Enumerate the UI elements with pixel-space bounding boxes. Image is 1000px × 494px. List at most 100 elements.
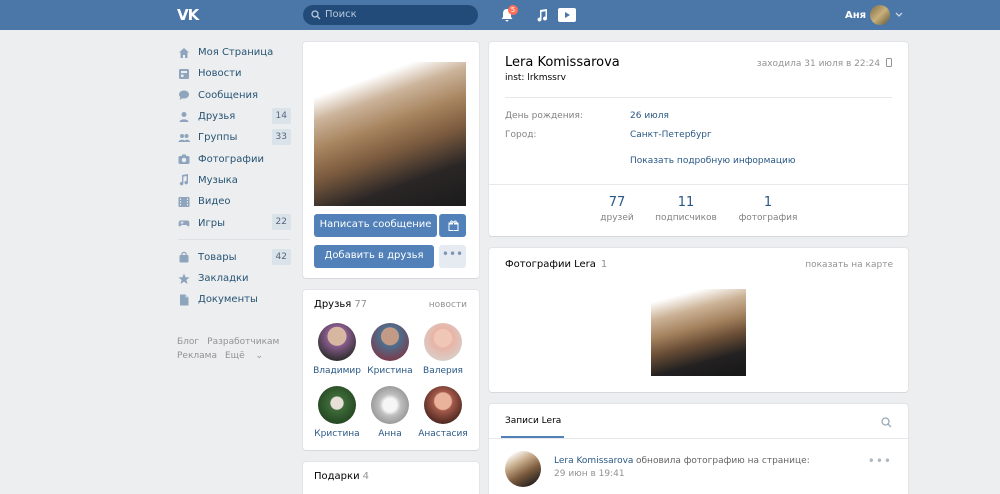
profile-photo[interactable] bbox=[314, 62, 466, 206]
post-menu-button[interactable]: ••• bbox=[868, 454, 892, 468]
counter-label: подписчиков bbox=[655, 213, 717, 223]
friend-avatar bbox=[371, 323, 409, 361]
sidebar-item-label: Новости bbox=[198, 68, 242, 80]
post-author[interactable]: Lera Komissarova bbox=[554, 456, 633, 466]
gifts-header[interactable]: Подарки 4 bbox=[314, 471, 369, 482]
sidebar-item-music[interactable]: Музыка bbox=[175, 170, 293, 191]
search-input[interactable]: Поиск bbox=[303, 5, 478, 25]
send-message-button[interactable]: Написать сообщение bbox=[314, 214, 437, 237]
sidebar-item-label: Документы bbox=[198, 294, 258, 306]
post-author-avatar[interactable] bbox=[505, 451, 541, 487]
divider bbox=[505, 97, 892, 98]
profile-info-card: Lera Komissarova inst: lrkmssrv заходила… bbox=[489, 42, 908, 236]
friend-item[interactable]: Анастасия bbox=[416, 386, 470, 439]
music-icon bbox=[179, 174, 189, 186]
photos-header[interactable]: Фотографии Lera 1 bbox=[505, 259, 607, 270]
chevron-down-icon[interactable] bbox=[895, 12, 903, 18]
vk-logo[interactable]: VK bbox=[177, 6, 203, 24]
footer-link-ads[interactable]: Реклама bbox=[177, 351, 217, 361]
sidebar-item-games[interactable]: Игры 22 bbox=[175, 212, 293, 233]
profile-photo-card: Написать сообщение Добавить в друзья ••• bbox=[303, 42, 479, 278]
music-icon[interactable] bbox=[536, 9, 548, 22]
search-placeholder: Поиск bbox=[325, 9, 357, 20]
sidebar-item-label: Видео bbox=[198, 196, 231, 208]
sidebar-item-news[interactable]: Новости bbox=[175, 63, 293, 84]
gifts-title: Подарки bbox=[314, 471, 360, 482]
sidebar-item-groups[interactable]: Группы 33 bbox=[175, 127, 293, 148]
friend-avatar bbox=[371, 386, 409, 424]
photo-thumbnail[interactable] bbox=[651, 289, 746, 376]
friend-item[interactable]: Кристина bbox=[310, 386, 364, 439]
groups-icon bbox=[178, 133, 190, 142]
video-icon bbox=[178, 196, 190, 207]
sidebar-item-market[interactable]: Товары 42 bbox=[175, 247, 293, 268]
counter-label: фотография bbox=[738, 213, 798, 223]
star-icon bbox=[178, 273, 190, 284]
friends-count: 77 bbox=[354, 299, 368, 310]
footer-link-more[interactable]: Ещё ⌄ bbox=[225, 351, 263, 361]
games-count-badge: 22 bbox=[271, 214, 291, 231]
friend-item[interactable]: Анна bbox=[363, 386, 417, 439]
messages-icon bbox=[179, 90, 189, 101]
avatar[interactable] bbox=[870, 5, 890, 25]
sidebar-item-bookmarks[interactable]: Закладки bbox=[175, 268, 293, 289]
post-action-text: обновила фотографию на странице: bbox=[636, 456, 810, 466]
friend-item[interactable]: Владимир bbox=[310, 323, 364, 376]
counter-photos[interactable]: 1 фотография bbox=[723, 195, 813, 223]
tab-wall-posts[interactable]: Записи Lera bbox=[505, 416, 561, 426]
sidebar-item-messages[interactable]: Сообщения bbox=[175, 85, 293, 106]
friend-avatar bbox=[424, 386, 462, 424]
market-count-badge: 42 bbox=[271, 248, 291, 265]
wall-card: Записи Lera Lera Komissarova обновила фо… bbox=[489, 404, 908, 494]
last-seen-text: заходила 31 июля в 22:24 bbox=[756, 59, 881, 69]
photos-title: Фотографии Lera bbox=[505, 259, 596, 270]
sidebar-item-label: Друзья bbox=[198, 111, 236, 123]
city-value[interactable]: Санкт-Петербург bbox=[630, 130, 712, 140]
birthday-value[interactable]: 26 июля bbox=[630, 111, 669, 121]
user-name[interactable]: Аня bbox=[845, 10, 866, 21]
sidebar-item-my-page[interactable]: Моя Страница bbox=[175, 42, 293, 63]
shopping-bag-icon bbox=[179, 252, 189, 263]
search-icon bbox=[311, 10, 321, 20]
birthday-label: День рождения: bbox=[505, 111, 583, 121]
footer-link-developers[interactable]: Разработчикам bbox=[207, 337, 279, 347]
sidebar-item-label: Сообщения bbox=[198, 89, 259, 101]
document-icon bbox=[180, 294, 189, 306]
friend-avatar bbox=[424, 323, 462, 361]
friend-item[interactable]: Кристина bbox=[363, 323, 417, 376]
video-icon[interactable] bbox=[558, 8, 576, 22]
more-actions-button[interactable]: ••• bbox=[439, 245, 466, 268]
friends-header[interactable]: Друзья 77 bbox=[314, 299, 367, 310]
gift-button[interactable] bbox=[439, 214, 466, 237]
friend-item[interactable]: Валерия bbox=[416, 323, 470, 376]
notifications-badge: 5 bbox=[508, 5, 518, 15]
sidebar-item-documents[interactable]: Документы bbox=[175, 289, 293, 310]
counter-followers[interactable]: 11 подписчиков bbox=[641, 195, 731, 223]
mobile-icon bbox=[886, 58, 892, 67]
add-friend-button[interactable]: Добавить в друзья bbox=[314, 245, 434, 268]
show-more-info-link[interactable]: Показать подробную информацию bbox=[630, 156, 795, 166]
friend-avatar bbox=[318, 386, 356, 424]
friends-news-link[interactable]: новости bbox=[429, 300, 467, 310]
friend-name: Анна bbox=[378, 429, 402, 439]
photos-card: Фотографии Lera 1 показать на карте bbox=[489, 248, 908, 392]
friend-name: Кристина bbox=[367, 366, 413, 376]
footer-link-blog[interactable]: Блог bbox=[177, 337, 199, 347]
friend-name: Валерия bbox=[423, 366, 463, 376]
post-timestamp[interactable]: 29 июн в 19:41 bbox=[554, 469, 625, 479]
friends-title: Друзья bbox=[314, 299, 352, 310]
counter-number: 1 bbox=[763, 195, 773, 210]
friend-name: Анастасия bbox=[418, 429, 468, 439]
friends-card: Друзья 77 новости Владимир Кристина Валер… bbox=[303, 290, 479, 450]
counter-number: 11 bbox=[677, 195, 695, 210]
gifts-count: 4 bbox=[362, 471, 369, 482]
footer-more-label: Ещё bbox=[224, 351, 245, 361]
divider bbox=[489, 438, 908, 439]
sidebar-item-friends[interactable]: Друзья 14 bbox=[175, 106, 293, 127]
friend-avatar bbox=[318, 323, 356, 361]
sidebar-item-video[interactable]: Видео bbox=[175, 191, 293, 212]
sidebar-item-photos[interactable]: Фотографии bbox=[175, 148, 293, 169]
show-on-map-link[interactable]: показать на карте bbox=[805, 260, 893, 270]
search-icon[interactable] bbox=[881, 417, 892, 428]
sidebar-item-label: Фотографии bbox=[198, 153, 264, 165]
